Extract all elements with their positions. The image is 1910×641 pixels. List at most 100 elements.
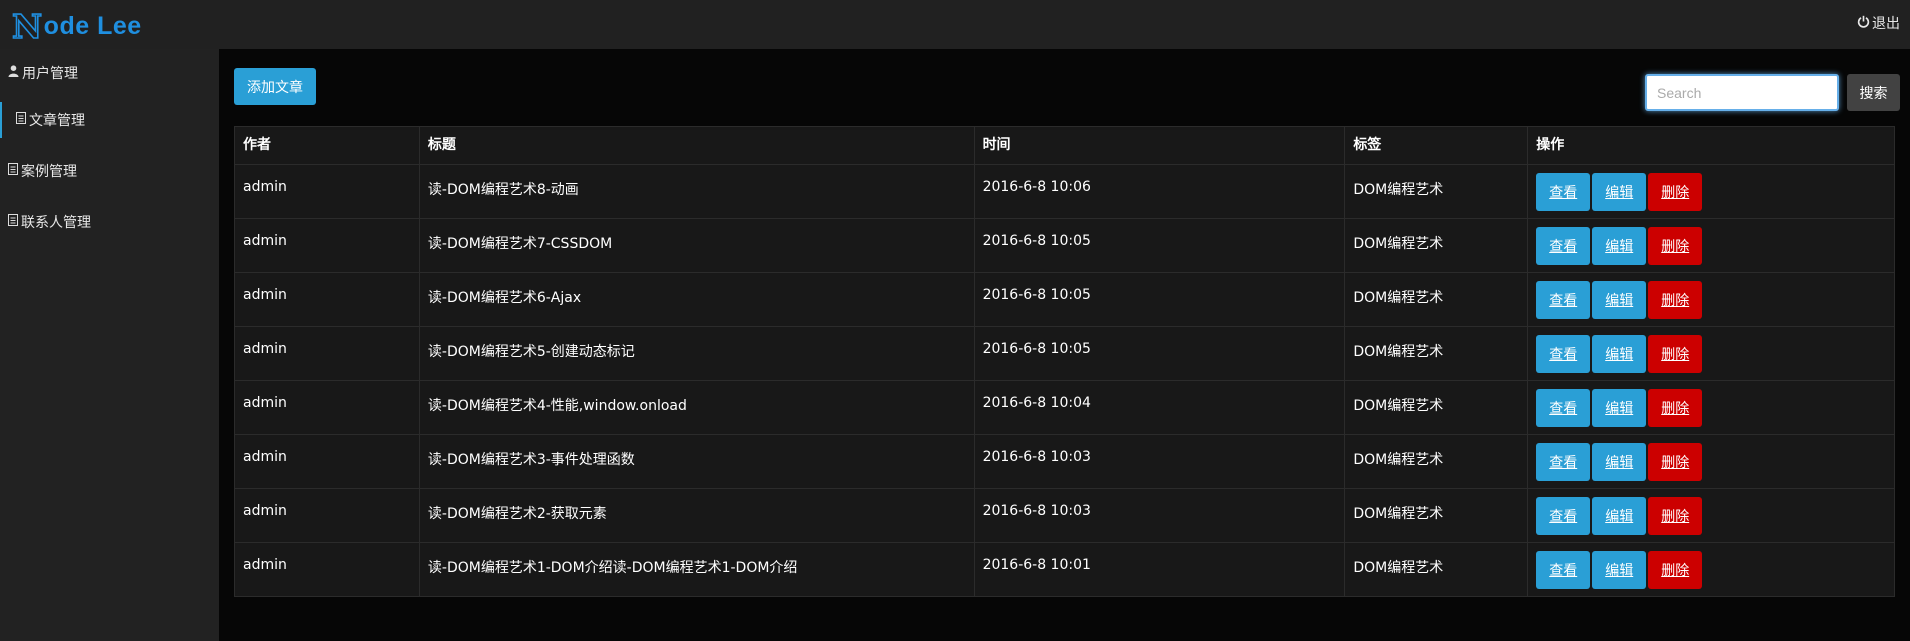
- logout-link[interactable]: 退出: [1857, 13, 1900, 33]
- delete-button[interactable]: 删除: [1648, 389, 1703, 427]
- cell-title: 读-DOM编程艺术6-Ajax: [418, 272, 975, 327]
- view-button[interactable]: 查看: [1536, 281, 1591, 319]
- delete-button[interactable]: 删除: [1648, 497, 1703, 535]
- delete-button[interactable]: 删除: [1648, 551, 1703, 589]
- cell-time: 2016-6-8 10:01: [973, 542, 1346, 597]
- cell-tag: DOM编程艺术: [1344, 380, 1529, 435]
- cell-author: admin: [234, 218, 420, 273]
- table-row: admin 读-DOM编程艺术3-事件处理函数 2016-6-8 10:03 D…: [234, 434, 1895, 489]
- column-header-time: 时间: [973, 126, 1346, 165]
- table-row: admin 读-DOM编程艺术8-动画 2016-6-8 10:06 DOM编程…: [234, 164, 1895, 219]
- articles-table: 作者 标题 时间 标签 操作 admin 读-DOM编程艺术8-动画 2016-…: [234, 126, 1895, 597]
- cell-actions: 查看 编辑 删除: [1527, 542, 1895, 597]
- cell-author: admin: [234, 434, 420, 489]
- brand-logo[interactable]: Node Lee: [11, 6, 142, 47]
- table-row: admin 读-DOM编程艺术4-性能,window.onload 2016-6…: [234, 380, 1895, 435]
- sidebar: 用户管理 文章管理 案例管理 联系人管理: [0, 49, 219, 641]
- cell-time: 2016-6-8 10:05: [973, 326, 1346, 381]
- cell-title: 读-DOM编程艺术2-获取元素: [418, 488, 975, 543]
- main-content: 添加文章 搜索 作者 标题 时间 标签 操作 admin 读-DOM编程艺术8-…: [219, 49, 1910, 641]
- table-row: admin 读-DOM编程艺术1-DOM介绍读-DOM编程艺术1-DOM介绍 2…: [234, 542, 1895, 597]
- sidebar-item-users[interactable]: 用户管理: [0, 55, 219, 91]
- view-button[interactable]: 查看: [1536, 389, 1591, 427]
- delete-button[interactable]: 删除: [1648, 227, 1703, 265]
- column-header-title: 标题: [418, 126, 975, 165]
- sidebar-item-label: 文章管理: [29, 113, 85, 129]
- brand-logo-letter: N: [11, 6, 43, 47]
- cell-title: 读-DOM编程艺术3-事件处理函数: [418, 434, 975, 489]
- edit-button[interactable]: 编辑: [1592, 335, 1647, 373]
- add-article-button[interactable]: 添加文章: [234, 68, 316, 105]
- cell-author: admin: [234, 542, 420, 597]
- delete-button[interactable]: 删除: [1648, 335, 1703, 373]
- cell-time: 2016-6-8 10:04: [973, 380, 1346, 435]
- sidebar-item-contacts[interactable]: 联系人管理: [0, 204, 219, 240]
- cell-author: admin: [234, 326, 420, 381]
- cell-tag: DOM编程艺术: [1344, 272, 1529, 327]
- cell-actions: 查看 编辑 删除: [1527, 488, 1895, 543]
- cell-time: 2016-6-8 10:05: [973, 272, 1346, 327]
- brand-logo-text: ode Lee: [43, 11, 142, 40]
- sidebar-item-label: 用户管理: [22, 66, 78, 82]
- document-icon: [16, 112, 26, 128]
- column-header-author: 作者: [234, 126, 420, 165]
- user-icon: [8, 65, 19, 81]
- view-button[interactable]: 查看: [1536, 443, 1591, 481]
- cell-title: 读-DOM编程艺术4-性能,window.onload: [418, 380, 975, 435]
- cell-tag: DOM编程艺术: [1344, 164, 1529, 219]
- sidebar-item-cases[interactable]: 案例管理: [0, 153, 219, 189]
- sidebar-item-label: 联系人管理: [21, 215, 91, 231]
- cell-actions: 查看 编辑 删除: [1527, 326, 1895, 381]
- cell-title: 读-DOM编程艺术1-DOM介绍读-DOM编程艺术1-DOM介绍: [418, 542, 975, 597]
- search-button[interactable]: 搜索: [1847, 74, 1900, 111]
- cell-title: 读-DOM编程艺术8-动画: [418, 164, 975, 219]
- sidebar-item-label: 案例管理: [21, 164, 77, 180]
- view-button[interactable]: 查看: [1536, 551, 1591, 589]
- table-row: admin 读-DOM编程艺术5-创建动态标记 2016-6-8 10:05 D…: [234, 326, 1895, 381]
- edit-button[interactable]: 编辑: [1592, 281, 1647, 319]
- column-header-tag: 标签: [1344, 126, 1529, 165]
- cell-tag: DOM编程艺术: [1344, 218, 1529, 273]
- cell-actions: 查看 编辑 删除: [1527, 218, 1895, 273]
- view-button[interactable]: 查看: [1536, 227, 1591, 265]
- view-button[interactable]: 查看: [1536, 335, 1591, 373]
- delete-button[interactable]: 删除: [1648, 281, 1703, 319]
- cell-title: 读-DOM编程艺术7-CSSDOM: [418, 218, 975, 273]
- edit-button[interactable]: 编辑: [1592, 227, 1647, 265]
- cell-actions: 查看 编辑 删除: [1527, 380, 1895, 435]
- table-row: admin 读-DOM编程艺术7-CSSDOM 2016-6-8 10:05 D…: [234, 218, 1895, 273]
- cell-tag: DOM编程艺术: [1344, 434, 1529, 489]
- power-icon: [1857, 15, 1870, 32]
- view-button[interactable]: 查看: [1536, 173, 1591, 211]
- search-input[interactable]: [1645, 74, 1839, 111]
- edit-button[interactable]: 编辑: [1592, 443, 1647, 481]
- delete-button[interactable]: 删除: [1648, 443, 1703, 481]
- edit-button[interactable]: 编辑: [1592, 497, 1647, 535]
- cell-actions: 查看 编辑 删除: [1527, 434, 1895, 489]
- delete-button[interactable]: 删除: [1648, 173, 1703, 211]
- table-row: admin 读-DOM编程艺术2-获取元素 2016-6-8 10:03 DOM…: [234, 488, 1895, 543]
- logout-label: 退出: [1872, 16, 1900, 32]
- cell-actions: 查看 编辑 删除: [1527, 164, 1895, 219]
- view-button[interactable]: 查看: [1536, 497, 1591, 535]
- edit-button[interactable]: 编辑: [1592, 173, 1647, 211]
- table-row: admin 读-DOM编程艺术6-Ajax 2016-6-8 10:05 DOM…: [234, 272, 1895, 327]
- table-header-row: 作者 标题 时间 标签 操作: [234, 126, 1895, 165]
- cell-title: 读-DOM编程艺术5-创建动态标记: [418, 326, 975, 381]
- edit-button[interactable]: 编辑: [1592, 551, 1647, 589]
- cell-author: admin: [234, 488, 420, 543]
- cell-tag: DOM编程艺术: [1344, 326, 1529, 381]
- cell-time: 2016-6-8 10:03: [973, 434, 1346, 489]
- cell-time: 2016-6-8 10:03: [973, 488, 1346, 543]
- sidebar-item-articles[interactable]: 文章管理: [0, 102, 219, 138]
- document-icon: [8, 163, 18, 179]
- edit-button[interactable]: 编辑: [1592, 389, 1647, 427]
- top-navbar: Node Lee 退出: [0, 0, 1910, 49]
- cell-author: admin: [234, 380, 420, 435]
- column-header-actions: 操作: [1527, 126, 1895, 165]
- document-icon: [8, 214, 18, 230]
- cell-actions: 查看 编辑 删除: [1527, 272, 1895, 327]
- cell-tag: DOM编程艺术: [1344, 542, 1529, 597]
- cell-tag: DOM编程艺术: [1344, 488, 1529, 543]
- cell-author: admin: [234, 272, 420, 327]
